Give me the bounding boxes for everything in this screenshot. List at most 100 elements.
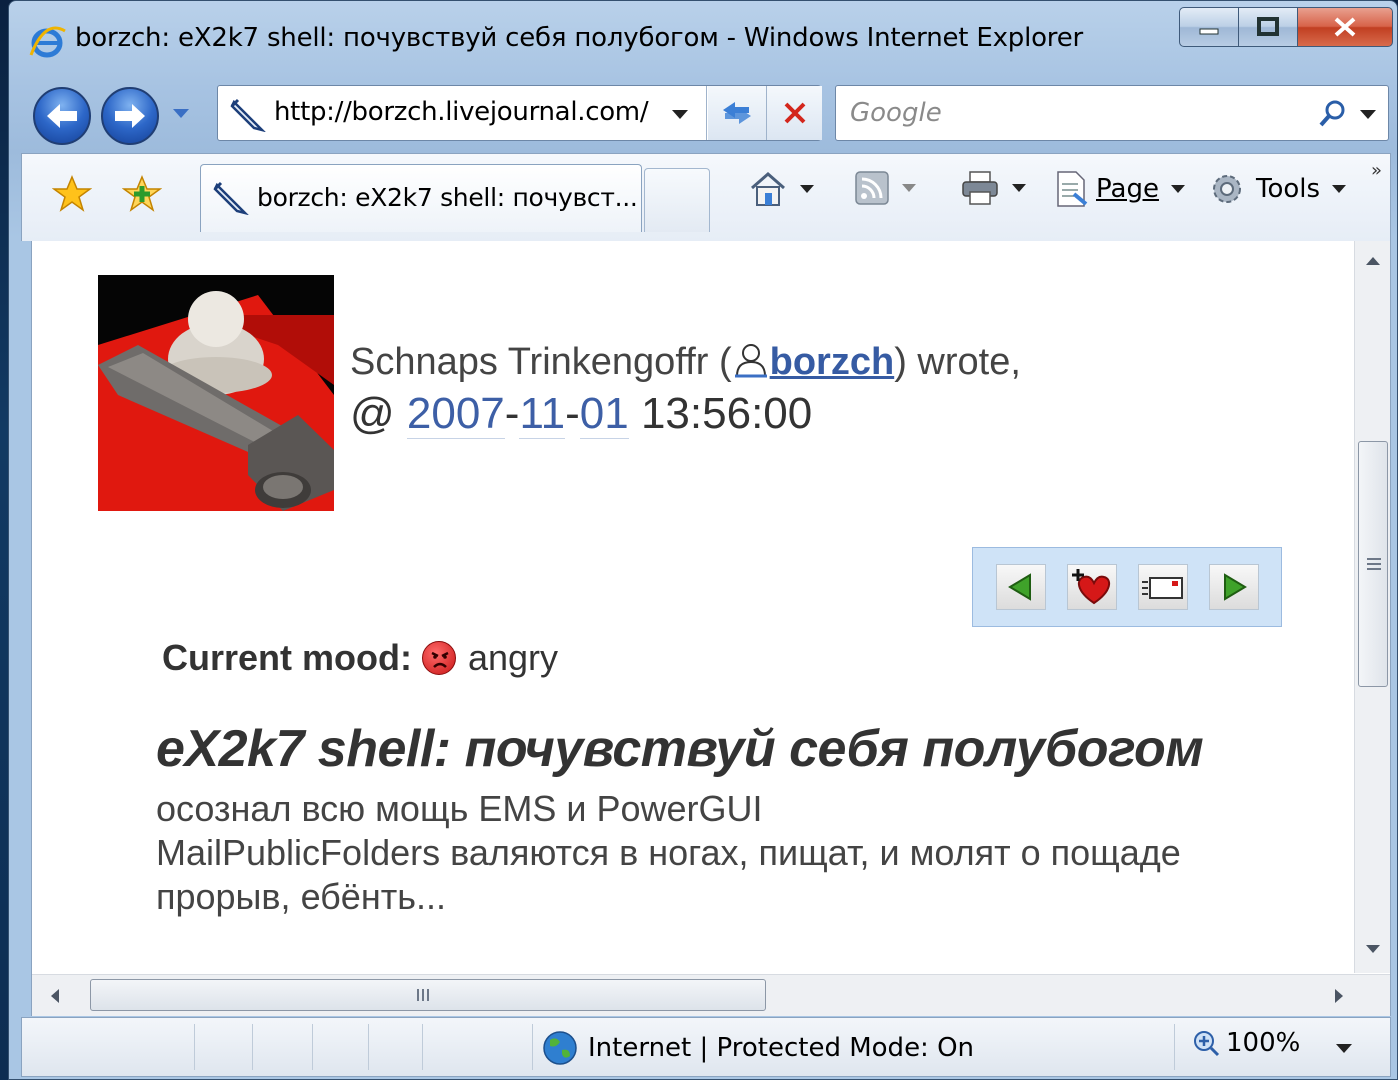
date-at: @ [350,389,407,438]
vertical-scrollbar[interactable] [1354,241,1390,973]
scroll-up-arrow-icon[interactable] [1366,257,1380,265]
previous-entry-button[interactable] [995,564,1046,610]
forward-button[interactable] [101,87,159,145]
heart-plus-icon [1071,569,1110,605]
user-info-icon[interactable] [732,342,770,378]
current-mood: Current mood: angry [162,637,558,679]
status-separator [194,1024,195,1070]
post-title: eX2k7 shell: почувствуй себя полубогом [156,720,1204,778]
post-date: @ 2007-11-01 13:56:00 [350,389,813,439]
scroll-left-arrow-icon[interactable] [50,988,60,1004]
refresh-button[interactable] [708,86,766,140]
post-line: осознал всю мощь EMS и PowerGUI [156,788,763,829]
tab-label: borzch: eX2k7 shell: почувст... [257,183,638,212]
back-button[interactable] [33,87,91,145]
status-separator [1174,1024,1175,1070]
add-to-memories-button[interactable] [1066,564,1117,610]
username-link[interactable]: borzch [770,341,895,383]
page-content: Schnaps Trinkengoffr ( borzch) wrote, @ … [31,241,1391,1016]
page-dropdown-icon [1170,185,1185,193]
user-avatar [98,275,334,511]
post-line: прорыв, ебёнть... [156,876,446,917]
refresh-icon [723,102,751,124]
back-arrow-icon [47,104,77,128]
tab-borzch[interactable]: borzch: eX2k7 shell: почувст... [200,164,642,232]
horizontal-scrollbar[interactable] [32,974,1390,1016]
new-tab-button[interactable] [644,168,710,232]
gear-icon [1213,175,1241,203]
scroll-down-arrow-icon[interactable] [1366,945,1380,953]
print-dropdown-icon[interactable] [1012,184,1026,192]
status-separator [252,1024,253,1070]
globe-icon [543,1031,577,1065]
feeds-dropdown-icon[interactable] [902,184,916,192]
search-box[interactable]: Google [835,85,1389,141]
post-line: MailPublicFolders валяются в ногах, пища… [156,832,1181,873]
scroll-grip-icon [1367,558,1381,573]
toolbar-overflow-chevron-icon[interactable]: » [1371,160,1382,181]
browser-window: borzch: eX2k7 shell: почувствуй себя пол… [8,0,1398,1080]
vertical-scroll-thumb[interactable] [1358,441,1388,687]
maximize-button[interactable] [1238,7,1298,47]
title-bar[interactable]: borzch: eX2k7 shell: почувствуй себя пол… [9,1,1397,81]
post-body: осознал всю мощь EMS и PowerGUI MailPubl… [156,787,1181,919]
wrote-text: ) wrote, [894,341,1021,383]
post-byline: Schnaps Trinkengoffr ( borzch) wrote, [350,341,1021,384]
stop-button[interactable] [767,86,822,140]
mood-label: Current mood: [162,637,412,678]
address-dropdown-icon[interactable] [670,108,690,122]
scroll-right-arrow-icon[interactable] [1334,988,1344,1004]
home-dropdown-icon[interactable] [800,185,814,193]
navigation-bar: http://borzch.livejournal.com/ Google [9,81,1397,151]
search-icon[interactable] [1318,98,1348,128]
zoom-level[interactable]: 100% [1192,1028,1300,1058]
status-separator [532,1024,533,1070]
rss-feed-icon [855,171,889,205]
status-separator [312,1024,313,1070]
horizontal-scroll-thumb[interactable] [90,979,766,1011]
page-menu[interactable]: Page [1054,170,1185,208]
minimize-button[interactable] [1179,7,1239,47]
date-month-link[interactable]: 11 [519,389,566,439]
zoom-value: 100% [1226,1028,1301,1058]
status-separator [422,1024,423,1070]
address-url[interactable]: http://borzch.livejournal.com/ [274,97,649,127]
security-zone[interactable]: Internet | Protected Mode: On [542,1030,974,1066]
caption-buttons [1179,7,1393,51]
address-bar[interactable]: http://borzch.livejournal.com/ [217,85,822,141]
status-bar: Internet | Protected Mode: On 100% [21,1017,1391,1077]
printer-icon [962,171,998,205]
close-button[interactable] [1297,7,1393,47]
home-icon [751,172,785,206]
maximize-icon [1257,17,1279,36]
envelope-icon [1141,577,1183,599]
print-button[interactable] [960,170,1026,206]
zoom-dropdown-icon[interactable] [1334,1042,1354,1056]
tell-a-friend-button[interactable] [1137,564,1188,610]
zoom-magnifier-icon [1194,1031,1220,1057]
favorites-center-star-icon[interactable] [52,174,92,214]
add-to-favorites-icon[interactable] [122,174,162,214]
search-dropdown-icon[interactable] [1358,108,1378,122]
angry-face-icon [421,641,456,675]
tools-menu[interactable]: Tools [1208,170,1347,208]
livejournal-pencil-icon [230,98,266,132]
address-separator [706,86,707,140]
author-name: Schnaps Trinkengoffr ( [350,341,732,383]
date-year-link[interactable]: 2007 [406,389,505,439]
next-entry-button[interactable] [1208,564,1259,610]
tools-menu-label: Tools [1256,174,1321,204]
home-button[interactable] [748,170,814,208]
feeds-button[interactable] [854,170,916,206]
next-arrow-icon [1223,573,1247,601]
close-icon [1334,17,1356,37]
tab-command-bar: borzch: eX2k7 shell: почувст... Page Too… [21,153,1391,241]
minimize-icon [1199,28,1219,35]
recent-pages-dropdown-icon[interactable] [171,107,191,121]
search-placeholder[interactable]: Google [850,98,942,128]
previous-arrow-icon [1007,573,1031,601]
date-day-link[interactable]: 01 [579,389,629,439]
mood-value: angry [467,637,559,678]
scroll-grip-icon [417,989,429,1001]
stop-icon [784,102,805,124]
